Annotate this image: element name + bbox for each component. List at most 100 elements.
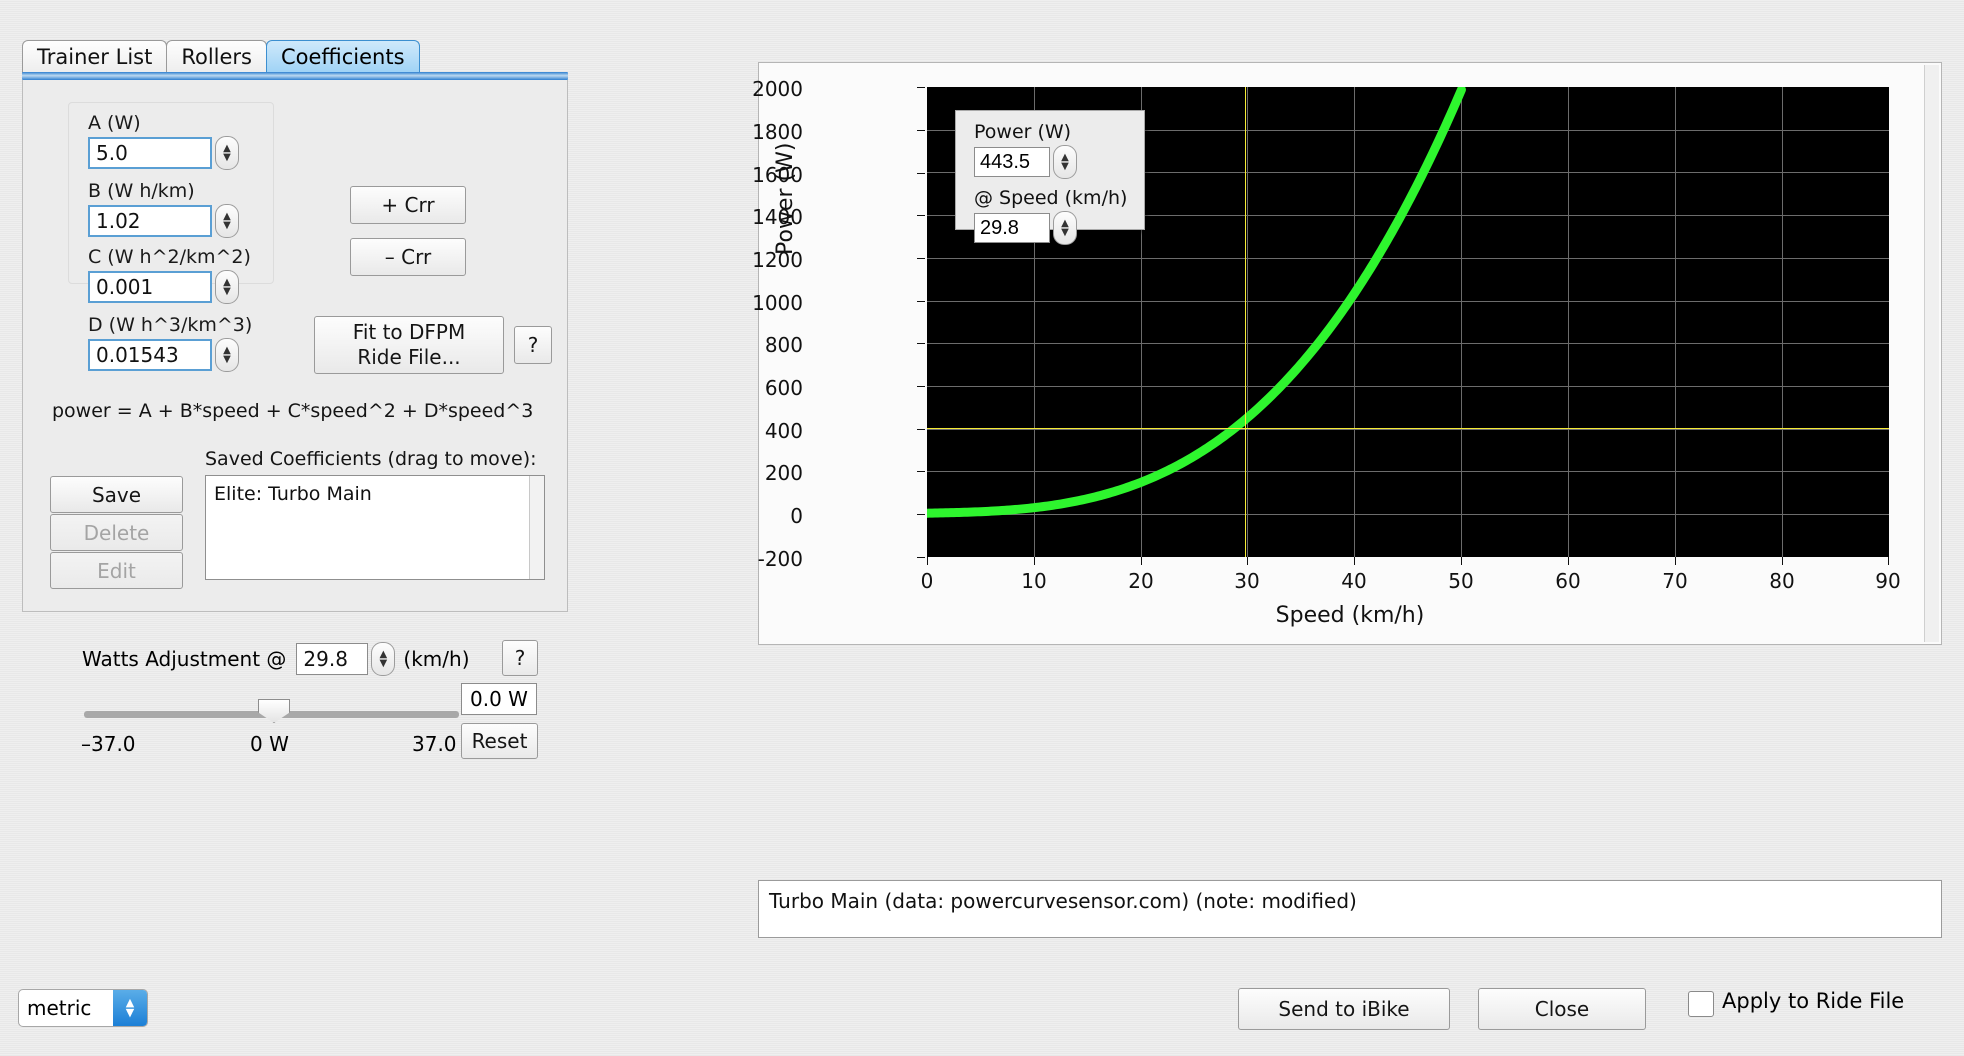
help-label: ? — [527, 333, 539, 357]
trainer-notes-field[interactable]: Turbo Main (data: powercurvesensor.com) … — [758, 880, 1942, 938]
x-tick: 30 — [1234, 569, 1260, 593]
tab-label: Coefficients — [281, 45, 405, 69]
y-tick: 400 — [764, 419, 803, 443]
field-group-a: A (W) ▲▼ — [88, 112, 239, 170]
y-tick: 2000 — [752, 77, 803, 101]
watts-adjustment-help-button[interactable]: ? — [502, 640, 538, 676]
field-group-d: D (W h^3/km^3) ▲▼ — [88, 314, 252, 372]
stepper-coefficient-a[interactable]: ▲ ▼ — [215, 136, 239, 170]
slider-max-label: 37.0 — [412, 732, 457, 756]
y-tick: 1000 — [752, 291, 803, 315]
tab-label: Rollers — [181, 45, 252, 69]
x-tick: 0 — [920, 569, 934, 593]
readout-power-label: Power (W) — [974, 121, 1072, 143]
input-coefficient-c[interactable] — [88, 271, 212, 303]
stepper-readout-power[interactable]: ▲ ▼ — [1053, 145, 1077, 179]
fit-help-button[interactable]: ? — [514, 326, 552, 364]
chart-readout-box: Power (W) ▲▼ @ Speed (km/h) ▲▼ — [955, 110, 1145, 245]
power-curve-chart: Power (W) Speed (km/h) 2000 1800 1600 14… — [752, 62, 1942, 645]
tab-bar: Trainer List Rollers Coefficients — [22, 38, 420, 74]
input-readout-speed[interactable] — [974, 213, 1050, 243]
units-select[interactable]: metric ▲ ▼ — [18, 989, 148, 1027]
y-tick: 1200 — [752, 248, 803, 272]
reset-button[interactable]: Reset — [461, 723, 538, 759]
input-coefficient-d[interactable] — [88, 339, 212, 371]
apply-to-ride-file-label: Apply to Ride File — [1722, 989, 1905, 1013]
watts-adjustment-row: Watts Adjustment @ ▲▼ (km/h) — [82, 642, 470, 676]
y-tick: 0 — [790, 504, 803, 528]
plus-crr-label: + Crr — [381, 193, 435, 217]
saved-list-scrollbar[interactable] — [529, 476, 544, 579]
tab-label: Trainer List — [37, 45, 153, 69]
saved-coefficients-label: Saved Coefficients (drag to move): — [205, 448, 537, 470]
chart-x-axis-label: Speed (km/h) — [1275, 603, 1425, 628]
list-item[interactable]: Elite: Turbo Main — [214, 482, 536, 506]
y-tick: 1400 — [752, 205, 803, 229]
apply-to-ride-file-checkbox[interactable] — [1688, 991, 1714, 1017]
stepper-readout-speed[interactable]: ▲ ▼ — [1053, 211, 1077, 245]
y-tick: 800 — [764, 333, 803, 357]
label-d: D (W h^3/km^3) — [88, 314, 253, 336]
fit-line-2: Ride File... — [357, 345, 461, 369]
reset-label: Reset — [471, 729, 528, 753]
input-watts-adjustment-speed[interactable] — [296, 643, 369, 675]
label-a: A (W) — [88, 112, 141, 134]
tab-rollers[interactable]: Rollers — [166, 40, 267, 74]
chart-y-axis-label: Power (W) — [773, 142, 798, 255]
tab-underline — [22, 72, 568, 80]
stepper-coefficient-c[interactable]: ▲ ▼ — [215, 270, 239, 304]
fit-to-dfpm-ride-file-button[interactable]: Fit to DFPM Ride File... — [314, 316, 504, 374]
watts-adjustment-unit: (km/h) — [403, 647, 470, 671]
input-readout-power[interactable] — [974, 147, 1050, 177]
field-group-c: C (W h^2/km^2) ▲▼ — [88, 246, 251, 304]
close-label: Close — [1534, 997, 1590, 1021]
save-label: Save — [91, 482, 142, 507]
y-tick: -200 — [757, 547, 803, 571]
x-tick: 10 — [1021, 569, 1047, 593]
help-label: ? — [514, 646, 526, 670]
crosshair-vertical — [1245, 87, 1246, 557]
minus-crr-button[interactable]: – Crr — [350, 238, 466, 276]
input-coefficient-a[interactable] — [88, 137, 212, 169]
slider-min-label: –37.0 — [81, 732, 136, 756]
power-formula-text: power = A + B*speed + C*speed^2 + D*spee… — [52, 400, 534, 422]
y-tick: 1800 — [752, 120, 803, 144]
send-to-ibike-label: Send to iBike — [1278, 997, 1410, 1021]
minus-crr-label: – Crr — [384, 245, 432, 269]
field-group-b: B (W h/km) ▲▼ — [88, 180, 239, 238]
fit-line-1: Fit to DFPM — [352, 320, 466, 344]
y-tick: 1600 — [752, 163, 803, 187]
stepper-watts-adjustment-speed[interactable]: ▲ ▼ — [371, 642, 396, 676]
save-button[interactable]: Save — [50, 476, 183, 513]
readout-speed-label: @ Speed (km/h) — [974, 187, 1128, 209]
x-tick: 50 — [1448, 569, 1474, 593]
x-tick: 90 — [1875, 569, 1901, 593]
watts-adjustment-slider-thumb[interactable] — [258, 699, 290, 723]
x-tick: 60 — [1555, 569, 1581, 593]
watts-adjustment-label: Watts Adjustment @ — [82, 647, 287, 671]
slider-mid-label: 0 W — [250, 732, 289, 756]
chevron-updown-icon[interactable]: ▲ ▼ — [113, 990, 147, 1026]
x-tick: 20 — [1128, 569, 1154, 593]
edit-label: Edit — [97, 558, 136, 583]
send-to-ibike-button[interactable]: Send to iBike — [1238, 988, 1450, 1030]
input-coefficient-b[interactable] — [88, 205, 212, 237]
watts-adjustment-value[interactable]: 0.0 W — [461, 683, 537, 715]
tab-trainer-list[interactable]: Trainer List — [22, 40, 168, 74]
y-tick: 600 — [764, 376, 803, 400]
plus-crr-button[interactable]: + Crr — [350, 186, 466, 224]
y-tick: 200 — [764, 461, 803, 485]
delete-label: Delete — [83, 520, 150, 545]
chart-vertical-scrollbar[interactable] — [1924, 65, 1939, 642]
stepper-coefficient-b[interactable]: ▲ ▼ — [215, 204, 239, 238]
stepper-coefficient-d[interactable]: ▲ ▼ — [215, 338, 239, 372]
close-button[interactable]: Close — [1478, 988, 1646, 1030]
edit-button[interactable]: Edit — [50, 552, 183, 589]
units-select-value: metric — [27, 996, 92, 1020]
label-b: B (W h/km) — [88, 180, 195, 202]
label-c: C (W h^2/km^2) — [88, 246, 251, 268]
delete-button[interactable]: Delete — [50, 514, 183, 551]
tab-coefficients[interactable]: Coefficients — [266, 40, 420, 74]
saved-coefficients-list[interactable]: Elite: Turbo Main — [205, 475, 545, 580]
crosshair-horizontal — [927, 428, 1889, 429]
